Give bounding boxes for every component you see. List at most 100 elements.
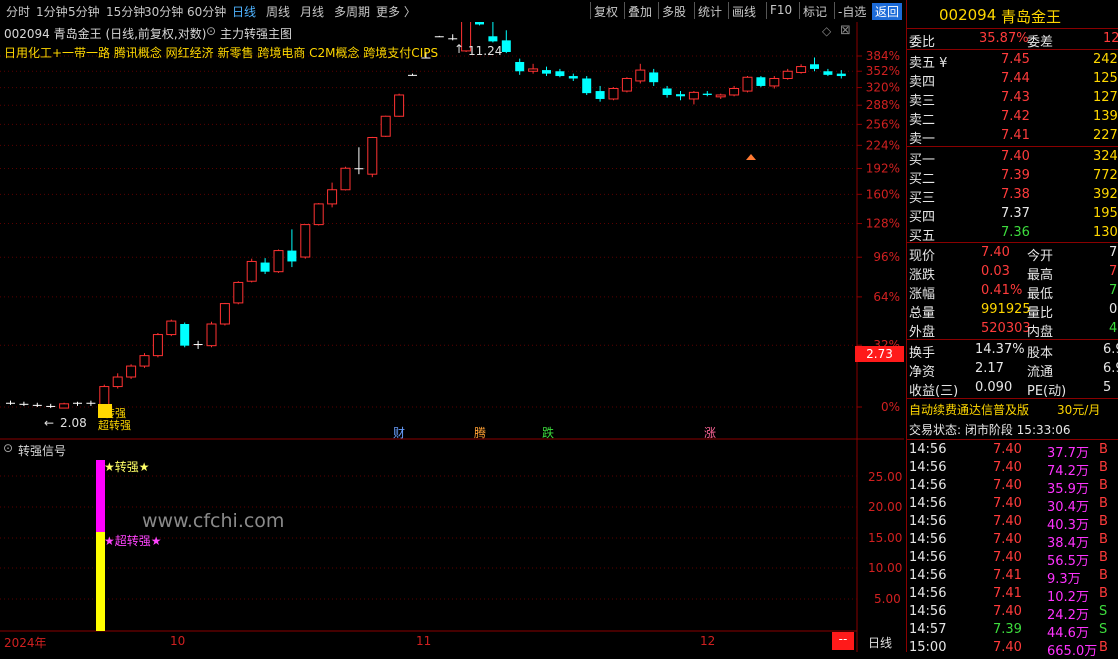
candle-body[interactable]	[756, 77, 766, 86]
candle-body[interactable]	[836, 73, 846, 77]
event-mark-up[interactable]: 涨	[704, 424, 716, 441]
candle-body[interactable]	[73, 402, 82, 404]
candle-body[interactable]	[823, 71, 833, 75]
period-tab-7[interactable]: 周线	[266, 3, 290, 20]
candle-body[interactable]	[662, 88, 672, 95]
return-button[interactable]: 返回	[872, 3, 903, 20]
period-tab-1[interactable]: 1分钟	[36, 3, 68, 20]
period-tab-9[interactable]: 多周期	[334, 3, 370, 20]
toolbar-button-4[interactable]: 画线	[732, 3, 756, 20]
period-tab-4[interactable]: 30分钟	[144, 3, 183, 20]
event-mark-finance[interactable]: 财	[393, 424, 405, 441]
candle-body[interactable]	[729, 87, 740, 96]
toolbar-button-6[interactable]: 标记	[803, 3, 827, 20]
candle-body[interactable]	[246, 260, 257, 282]
candle-body[interactable]	[112, 376, 123, 388]
candle-body[interactable]	[99, 386, 110, 406]
toolbar-button-1[interactable]: 叠加	[628, 3, 652, 20]
candle-body[interactable]	[635, 69, 646, 82]
signal-indicator-panel[interactable]: ⊙ 转强信号 ★转强★ ★超转强★ www.cfchi.com 25.00 20…	[0, 440, 904, 652]
candle-body[interactable]	[32, 404, 42, 406]
event-mark-down[interactable]: 跌	[542, 424, 554, 441]
period-tab-0[interactable]: 分时	[6, 3, 30, 20]
candle-body[interactable]	[782, 70, 793, 79]
candle-body[interactable]	[649, 72, 659, 83]
period-label[interactable]: 日线	[868, 634, 892, 651]
indicator-name[interactable]: 转强信号	[18, 442, 66, 459]
candle-body[interactable]	[448, 38, 458, 40]
candle-body[interactable]	[742, 76, 753, 92]
candle-body[interactable]	[139, 355, 150, 367]
period-tab-10[interactable]: 更多 〉	[376, 3, 416, 20]
indicator-dropdown-icon[interactable]: ⊙	[206, 24, 216, 38]
candle-body[interactable]	[769, 77, 780, 87]
candle-body[interactable]	[501, 40, 511, 52]
scroll-indicator[interactable]: --	[832, 632, 854, 650]
ad-text[interactable]: 自动续费通达信普及版	[909, 401, 1029, 418]
toolbar-button-5[interactable]: F10	[770, 3, 792, 17]
period-tab-8[interactable]: 月线	[300, 3, 324, 20]
candle-body[interactable]	[327, 189, 338, 205]
candle-body[interactable]	[287, 250, 297, 262]
candle-body[interactable]	[621, 77, 632, 92]
kline-svg[interactable]: 384%352% 320% 288% 256% 224% 192% 160% 128% 96% 6…	[0, 8, 904, 440]
toolbar-button-2[interactable]: 多股	[662, 3, 686, 20]
candle-body[interactable]	[6, 402, 15, 404]
candle-body[interactable]	[515, 61, 525, 72]
indicator-dropdown-icon[interactable]: ⊙	[3, 441, 13, 455]
candle-body[interactable]	[408, 74, 417, 76]
diamond-icon[interactable]: ◇	[822, 24, 831, 38]
candle-body[interactable]	[542, 70, 551, 74]
period-tab-5[interactable]: 60分钟	[187, 3, 226, 20]
period-tab-2[interactable]: 5分钟	[68, 3, 100, 20]
candle-body[interactable]	[434, 36, 444, 38]
candle-body[interactable]	[568, 76, 578, 79]
tick-price: 7.41	[993, 568, 1022, 583]
event-mark-tencent[interactable]: 腾	[474, 424, 486, 441]
candle-body[interactable]	[354, 168, 364, 170]
candle-body[interactable]	[595, 91, 605, 99]
stat-value: 0.41%	[981, 283, 1023, 298]
ad-price[interactable]: 30元/月	[1057, 401, 1100, 418]
candle-body[interactable]	[59, 403, 70, 409]
period-tab-3[interactable]: 15分钟	[106, 3, 145, 20]
candle-body[interactable]	[488, 36, 498, 42]
candle-body[interactable]	[810, 64, 819, 69]
candle-body[interactable]	[273, 250, 284, 273]
candle-body[interactable]	[166, 320, 177, 336]
candle-body[interactable]	[152, 334, 163, 357]
candle-body[interactable]	[46, 405, 56, 407]
candle-body[interactable]	[608, 87, 619, 100]
candle-body[interactable]	[19, 403, 29, 405]
candle-body[interactable]	[715, 94, 726, 98]
close-icon[interactable]: ⊠	[840, 23, 851, 38]
candle-body[interactable]	[86, 402, 96, 404]
candle-body[interactable]	[219, 303, 230, 325]
kline-chart[interactable]: 384% 352% 320% 288% 256% 224% 192% 160% 128% 96% 6…	[0, 8, 904, 441]
candle-body[interactable]	[702, 93, 712, 95]
candle-body[interactable]	[313, 203, 324, 226]
candle-body[interactable]	[340, 167, 351, 191]
candle-body[interactable]	[394, 94, 405, 117]
candle-body[interactable]	[796, 66, 807, 73]
candle-body[interactable]	[528, 68, 539, 72]
candle-body[interactable]	[582, 78, 592, 94]
candle-body[interactable]	[555, 71, 565, 77]
candle-body[interactable]	[380, 115, 391, 137]
candle-body[interactable]	[367, 137, 378, 175]
candle-body[interactable]	[475, 19, 484, 25]
main-indicator-name[interactable]: 主力转强主图	[220, 25, 292, 42]
toolbar-button-0[interactable]: 复权	[594, 3, 618, 20]
candle-body[interactable]	[180, 323, 190, 346]
candle-body[interactable]	[260, 262, 270, 272]
candle-body[interactable]	[193, 344, 203, 346]
toolbar-button-7[interactable]: -自选	[838, 3, 866, 20]
candle-body[interactable]	[676, 94, 685, 97]
candle-body[interactable]	[688, 91, 699, 100]
candle-body[interactable]	[300, 224, 311, 258]
candle-body[interactable]	[233, 281, 244, 304]
candle-body[interactable]	[206, 323, 217, 347]
candle-body[interactable]	[126, 365, 137, 378]
toolbar-button-3[interactable]: 统计	[698, 3, 722, 20]
period-tab-6[interactable]: 日线	[232, 3, 256, 20]
